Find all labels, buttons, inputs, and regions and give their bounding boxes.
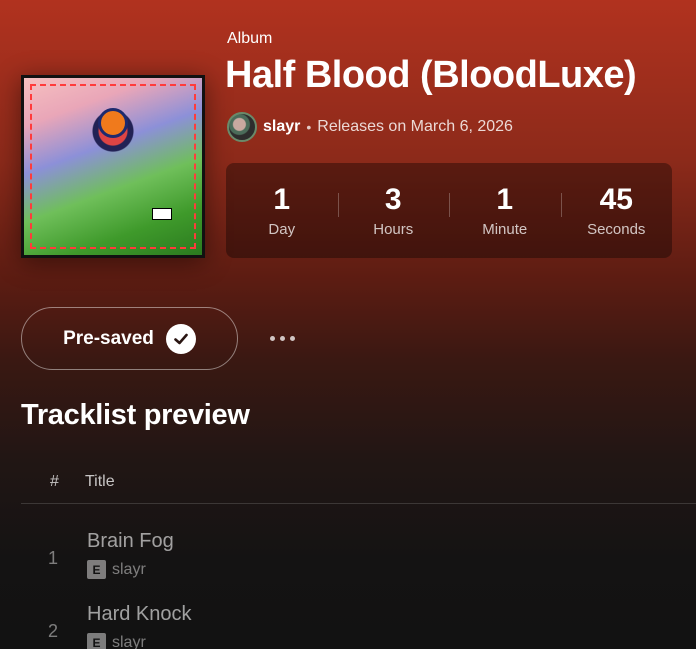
countdown-days: 1 Day bbox=[226, 183, 338, 238]
countdown-minutes: 1 Minute bbox=[449, 183, 561, 238]
column-number-header: # bbox=[50, 473, 59, 490]
tracklist-heading: Tracklist preview bbox=[21, 399, 250, 431]
album-title: Half Blood (BloodLuxe) bbox=[225, 54, 637, 96]
countdown-unit: Day bbox=[268, 221, 296, 238]
track-number: 2 bbox=[48, 621, 59, 641]
track-row[interactable]: 2 Hard Knock E slayr bbox=[21, 603, 696, 649]
artist-link[interactable]: slayr bbox=[263, 118, 300, 136]
column-title-header: Title bbox=[85, 473, 115, 490]
countdown-value: 1 bbox=[496, 183, 514, 216]
countdown-unit: Seconds bbox=[587, 221, 646, 238]
separator-dot: • bbox=[306, 119, 312, 135]
countdown-hours: 3 Hours bbox=[337, 183, 450, 238]
countdown-unit: Hours bbox=[373, 221, 414, 238]
countdown-value: 45 bbox=[599, 183, 633, 216]
track-number: 1 bbox=[48, 548, 59, 568]
release-countdown: 1 Day 3 Hours 1 Minute 45 Seconds bbox=[226, 163, 672, 258]
cover-eye-graphic bbox=[98, 108, 128, 138]
parental-advisory-graphic bbox=[152, 208, 172, 220]
artist-row: slayr • Releases on March 6, 2026 bbox=[227, 112, 513, 142]
track-title: Brain Fog bbox=[87, 530, 174, 552]
check-icon bbox=[165, 323, 196, 354]
track-artist-link[interactable]: slayr bbox=[112, 561, 146, 579]
release-date-text: Releases on March 6, 2026 bbox=[317, 118, 513, 135]
tracklist-header-row: # Title bbox=[21, 466, 696, 504]
album-type-label: Album bbox=[227, 30, 273, 47]
presaved-button[interactable]: Pre-saved bbox=[21, 307, 238, 370]
track-artist-link[interactable]: slayr bbox=[112, 634, 146, 649]
more-options-icon[interactable] bbox=[262, 326, 302, 350]
explicit-badge-icon: E bbox=[87, 560, 106, 579]
album-header: Album Half Blood (BloodLuxe) slayr • Rel… bbox=[0, 0, 696, 285]
artist-avatar[interactable] bbox=[227, 112, 257, 142]
countdown-seconds: 45 Seconds bbox=[560, 183, 673, 238]
album-cover-image bbox=[21, 75, 205, 258]
presaved-label: Pre-saved bbox=[63, 327, 154, 349]
track-title: Hard Knock bbox=[87, 603, 192, 625]
countdown-value: 1 bbox=[273, 183, 291, 216]
explicit-badge-icon: E bbox=[87, 633, 106, 649]
countdown-unit: Minute bbox=[482, 221, 528, 238]
countdown-value: 3 bbox=[384, 183, 402, 216]
track-row[interactable]: 1 Brain Fog E slayr bbox=[21, 530, 696, 600]
